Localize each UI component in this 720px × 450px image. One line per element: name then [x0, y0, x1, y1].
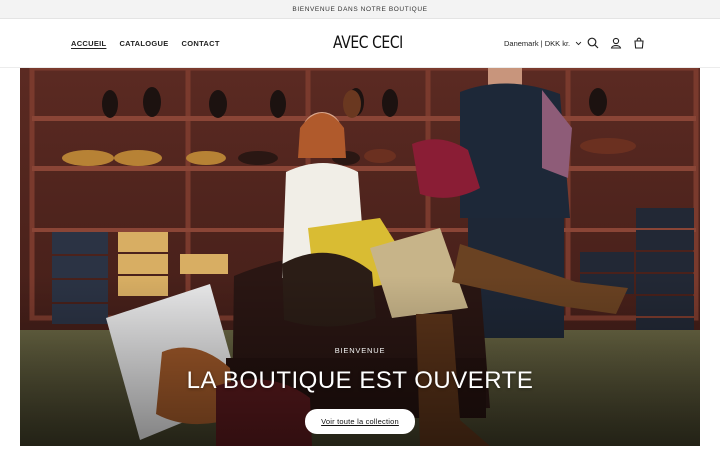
site-header: ACCUEIL CATALOGUE CONTACT AVEC CECI Dane…	[0, 19, 720, 68]
announcement-text: BIENVENUE DANS NOTRE BOUTIQUE	[292, 5, 428, 13]
country-selector[interactable]: Danemark | DKK kr.	[504, 39, 582, 48]
country-selector-label: Danemark | DKK kr.	[504, 39, 571, 48]
hero-headline: LA BOUTIQUE EST OUVERTE	[186, 367, 534, 394]
hero-kicker: BIENVENUE	[334, 346, 386, 355]
account-icon[interactable]	[610, 37, 622, 49]
nav-contact[interactable]: CONTACT	[182, 39, 220, 48]
site-logo[interactable]: AVEC CECI	[333, 33, 403, 53]
view-collection-button[interactable]: Voir toute la collection	[305, 409, 415, 434]
nav-accueil[interactable]: ACCUEIL	[71, 39, 106, 48]
hero-banner: BIENVENUE LA BOUTIQUE EST OUVERTE Voir t…	[20, 68, 700, 446]
search-icon[interactable]	[587, 37, 599, 49]
nav-catalogue[interactable]: CATALOGUE	[119, 39, 168, 48]
chevron-down-icon	[575, 41, 582, 46]
main-nav: ACCUEIL CATALOGUE CONTACT	[71, 39, 220, 48]
cart-icon[interactable]	[633, 37, 645, 49]
announcement-bar: BIENVENUE DANS NOTRE BOUTIQUE	[0, 0, 720, 19]
hero-content: BIENVENUE LA BOUTIQUE EST OUVERTE Voir t…	[20, 346, 700, 434]
